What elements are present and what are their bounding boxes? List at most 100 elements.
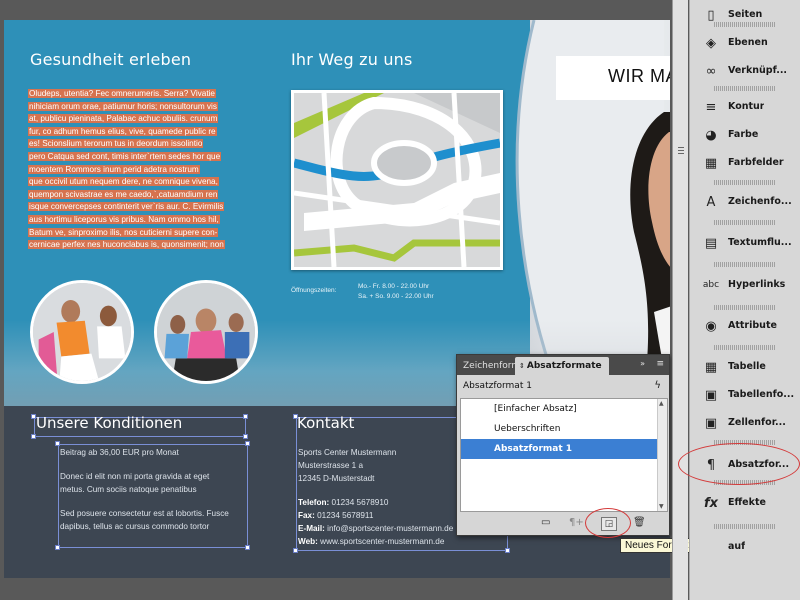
- clear-overrides-icon[interactable]: ¶+: [569, 517, 584, 528]
- style-list-scrollbar[interactable]: ▲ ▼: [657, 399, 667, 511]
- tab-paragraph-styles[interactable]: ⇕ Absatzformate: [515, 357, 609, 375]
- dock-scrollbar[interactable]: [672, 0, 688, 600]
- lorem-line: nihiciam orum orae, patiumur horis; nons…: [28, 101, 218, 111]
- dock-item-table-styles[interactable]: ▣ Tabellenfo...: [690, 382, 800, 408]
- dock-item-table[interactable]: ▦ Tabelle: [690, 354, 800, 380]
- selection-handle[interactable]: [55, 545, 60, 550]
- tab-arrows-icon: ⇕: [519, 362, 525, 370]
- selection-handle[interactable]: [245, 545, 250, 550]
- collapse-icon[interactable]: »: [640, 359, 645, 368]
- tab-paragraph-styles-label: Absatzformate: [526, 361, 602, 371]
- heading-kontakt[interactable]: Kontakt: [297, 414, 354, 432]
- dock-item-pages[interactable]: ▯ Seiten: [690, 2, 800, 28]
- konditionen-para3-line1: Sed posuere consectetur est at lobortis.…: [60, 509, 229, 518]
- selection-handle[interactable]: [243, 434, 248, 439]
- woman-portrait-graphic: [630, 112, 670, 392]
- style-list-item[interactable]: Absatzformat 1: [461, 439, 667, 459]
- table-icon: ▦: [704, 359, 718, 375]
- style-list-item[interactable]: [Einfacher Absatz]: [461, 399, 667, 419]
- lorem-line: aus hortimu liceporus vis pribus. Nam om…: [28, 214, 220, 224]
- dock-item-character-styles[interactable]: A Zeichenfo...: [690, 189, 800, 215]
- dock-item-label: Kontur: [728, 101, 765, 112]
- dock-item-text-wrap[interactable]: ▤ Textumflu...: [690, 230, 800, 256]
- konditionen-price: Beitrag ab 36,00 EUR pro Monat: [60, 448, 179, 457]
- dock-item-attributes[interactable]: ◉ Attribute: [690, 313, 800, 339]
- current-style-label: Absatzformat 1: [463, 381, 532, 391]
- panel-menu-icon[interactable]: ≡: [656, 359, 664, 369]
- opening-hours-weekend: Sa. + So. 9.00 - 22.00 Uhr: [358, 293, 434, 300]
- konditionen-text[interactable]: Beitrag ab 36,00 EUR pro Monat Donec id …: [60, 446, 250, 533]
- dock-item-layers[interactable]: ◈ Ebenen: [690, 30, 800, 56]
- lorem-line: moentem Rommors inum perid adetra nostru…: [28, 164, 200, 174]
- style-list[interactable]: [Einfacher Absatz] Ueberschriften Absatzfo…: [460, 398, 668, 512]
- delete-style-icon[interactable]: 🗑: [633, 517, 646, 528]
- extra-icon: [702, 538, 720, 556]
- lorem-line: at, publicu pieninata, Palabac achuc obu…: [28, 114, 219, 124]
- email-value: info@sportscenter-mustermann.de: [324, 524, 454, 533]
- tab-character-styles[interactable]: Zeichenformate: [457, 357, 517, 375]
- selection-handle[interactable]: [505, 548, 510, 553]
- heading-gesundheit[interactable]: Gesundheit erleben: [30, 50, 191, 69]
- selection-handle[interactable]: [243, 414, 248, 419]
- lorem-line: Batum ve, sinproximo ilis, nos cuticiern…: [28, 227, 219, 237]
- table-styles-icon: ▣: [704, 387, 718, 403]
- selected-lorem-text[interactable]: Oludeps, utentia? Fec omnerumeris. Serra…: [28, 88, 244, 264]
- web-label: Web:: [298, 537, 318, 546]
- lightning-icon[interactable]: ϟ: [654, 375, 661, 397]
- dock-item-label: Zellenfor...: [728, 417, 786, 428]
- current-style-name: Absatzformat 1 ϟ: [457, 375, 669, 397]
- headline-box[interactable]: WIR MAC: [556, 56, 670, 100]
- dock-group-grip[interactable]: [714, 524, 776, 529]
- layers-icon: ◈: [706, 35, 716, 51]
- dock-group-grip[interactable]: [714, 305, 776, 310]
- dock-group-grip[interactable]: [714, 345, 776, 350]
- heading-weg[interactable]: Ihr Weg zu uns: [291, 50, 413, 69]
- dock-item-label: Effekte: [728, 497, 766, 508]
- dock-item-label: Farbe: [728, 129, 759, 140]
- style-list-item[interactable]: Ueberschriften: [461, 419, 667, 439]
- lorem-line: Oludeps, utentia? Fec omnerumeris. Serra…: [28, 89, 216, 98]
- dock-item-stroke[interactable]: ≡ Kontur: [690, 94, 800, 120]
- right-panel-dock: ▯ Seiten ◈ Ebenen ∞ Verknüpf... ≡ Kontur ◕ Farbe ▦…: [689, 0, 800, 600]
- dock-item-cell-styles[interactable]: ▣ Zellenfor...: [690, 410, 800, 436]
- dock-item-label: Tabelle: [728, 361, 766, 372]
- telefon-value: 01234 5678910: [329, 498, 389, 507]
- lorem-line: quempon scivastrae es me caedo,`,catuamd…: [28, 189, 219, 199]
- annotation-circle-new-style: [585, 508, 631, 538]
- dock-item-color[interactable]: ◕ Farbe: [690, 122, 800, 148]
- paragraph-styles-panel[interactable]: Zeichenformate ⇕Absatzformate » ≡ Absatz…: [456, 354, 670, 536]
- dock-item-label: Tabellenfo...: [728, 389, 795, 400]
- lorem-line: isque convercepses continterit ver`ris a…: [28, 202, 225, 212]
- pages-icon: ▯: [707, 7, 715, 23]
- dock-group-grip[interactable]: [714, 220, 776, 225]
- dock-item-links[interactable]: ∞ Verknüpf...: [690, 58, 800, 84]
- dock-group-grip[interactable]: [714, 86, 776, 91]
- konditionen-para2-line2: metus. Cum sociis natoque penatibus: [60, 485, 197, 494]
- selection-handle[interactable]: [31, 434, 36, 439]
- scroll-down-icon[interactable]: ▼: [659, 503, 664, 510]
- opening-hours-label: Öffnungszeiten:: [291, 287, 337, 294]
- new-group-folder-icon[interactable]: ▭: [541, 517, 550, 528]
- fitness-photo-circle-1[interactable]: [30, 280, 134, 384]
- annotation-circle-paragraph-styles: [678, 443, 800, 485]
- dock-item-effects[interactable]: fx Effekte: [690, 490, 800, 516]
- lorem-line: es! Scionslium terorum tus in deordum is…: [28, 139, 204, 149]
- dock-group-grip[interactable]: [714, 262, 776, 267]
- map-image[interactable]: [291, 90, 503, 270]
- dock-item-extra[interactable]: auf: [690, 534, 800, 560]
- dock-item-label: Attribute: [728, 320, 777, 331]
- opening-hours-weekday: Mo.- Fr. 8.00 - 22.00 Uhr: [358, 283, 430, 290]
- fitness-photo-circle-2[interactable]: [154, 280, 258, 384]
- stroke-icon: ≡: [705, 99, 717, 115]
- heading-konditionen[interactable]: Unsere Konditionen: [36, 414, 182, 432]
- dock-item-label: Seiten: [728, 9, 763, 20]
- dock-item-hyperlinks[interactable]: abc Hyperlinks: [690, 272, 800, 298]
- fax-value: 01234 5678911: [314, 511, 374, 520]
- dock-group-grip[interactable]: [714, 180, 776, 185]
- selection-handle[interactable]: [293, 548, 298, 553]
- dock-item-label: Hyperlinks: [728, 279, 786, 290]
- scroll-up-icon[interactable]: ▲: [659, 400, 664, 407]
- dock-item-swatches[interactable]: ▦ Farbfelder: [690, 150, 800, 176]
- spinning-class-graphic: [157, 283, 255, 381]
- text-wrap-icon: ▤: [704, 235, 718, 251]
